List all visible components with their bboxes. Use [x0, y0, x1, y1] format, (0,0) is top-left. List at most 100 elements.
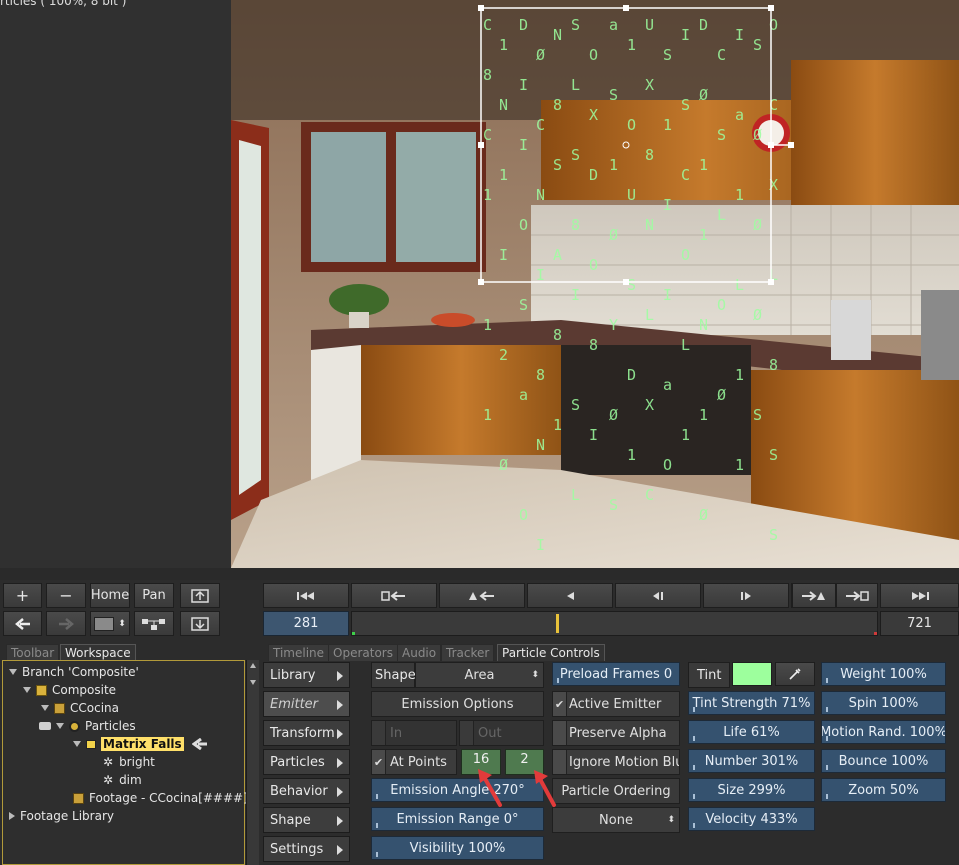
preload-frames-slider[interactable]: Preload Frames 0 [552, 662, 680, 686]
tint-strength-slider[interactable]: Tint Strength 71% [688, 691, 815, 715]
zoom-slider[interactable]: Zoom 50% [821, 778, 946, 802]
eyedropper-button[interactable] [775, 662, 815, 686]
step-back-button[interactable] [615, 583, 701, 608]
visibility-slider[interactable]: Visibility 100% [371, 836, 544, 860]
tree-footage-ccocina[interactable]: Footage - CCocina[####] [73, 790, 248, 806]
remove-button[interactable]: − [46, 583, 86, 608]
skip-to-start-icon [297, 591, 314, 600]
play-reverse-button[interactable] [527, 583, 613, 608]
go-to-end-button[interactable] [880, 583, 959, 608]
current-frame-field[interactable]: 281 [263, 611, 349, 636]
timeline-scrubber[interactable] [351, 611, 878, 636]
out-point-icon [846, 590, 869, 601]
tab-operators[interactable]: Operators [328, 644, 398, 661]
svg-text:S: S [663, 46, 672, 64]
back-button[interactable] [3, 611, 42, 636]
expand-triangle-icon[interactable] [56, 723, 64, 729]
weight-slider[interactable]: Weight 100% [821, 662, 946, 686]
tree-footage-library[interactable]: Footage Library [9, 808, 114, 824]
kitchen-render-image: C8C111 1N1I2Ø DIIOSaO ØCNI8NI N8SA81 SLS… [231, 0, 959, 568]
set-out-point-button[interactable] [836, 583, 878, 608]
visibility-toggle-icon[interactable] [39, 722, 51, 730]
expand-triangle-icon[interactable] [73, 741, 81, 747]
particle-ordering-dropdown[interactable]: None ⬍ [552, 807, 680, 833]
forward-button[interactable] [46, 611, 86, 636]
svg-text:N: N [536, 186, 545, 204]
tree-branch-composite[interactable]: Branch 'Composite' [9, 664, 139, 680]
svg-text:1: 1 [663, 116, 672, 134]
set-in-point-button[interactable] [351, 583, 437, 608]
step-forward-button[interactable] [703, 583, 789, 608]
number-slider[interactable]: Number 301% [688, 749, 815, 773]
pan-button[interactable]: Pan [134, 583, 174, 608]
collapsed-triangle-icon[interactable] [9, 812, 15, 820]
tab-tracker[interactable]: Tracker [441, 644, 495, 661]
in-toggle[interactable]: In [371, 720, 457, 746]
expand-triangle-icon[interactable] [9, 669, 17, 675]
velocity-slider[interactable]: Velocity 433% [688, 807, 815, 831]
menu-shape[interactable]: Shape [263, 807, 350, 833]
menu-transform[interactable]: Transform [263, 720, 350, 746]
tree-bright[interactable]: ✲ bright [103, 754, 155, 770]
end-frame-field[interactable]: 721 [880, 611, 959, 636]
menu-behavior[interactable]: Behavior [263, 778, 350, 804]
tree-ccocina[interactable]: CCocina [41, 700, 119, 716]
next-keyframe-button[interactable] [792, 583, 836, 608]
ignore-motion-blur-toggle[interactable]: Ignore Motion Blur [552, 749, 680, 775]
export-up-button[interactable] [180, 583, 220, 608]
svg-text:S: S [571, 16, 580, 34]
checkbox-checked[interactable]: ✔ [372, 750, 386, 774]
svg-text:S: S [519, 296, 528, 314]
out-toggle[interactable]: Out [459, 720, 544, 746]
checkbox-checked[interactable]: ✔ [553, 692, 567, 716]
checkbox[interactable] [460, 721, 474, 745]
tab-workspace[interactable]: Workspace [60, 644, 136, 661]
expand-triangle-icon[interactable] [41, 705, 49, 711]
checkbox[interactable] [372, 721, 386, 745]
tab-audio[interactable]: Audio [397, 644, 442, 661]
shape-dropdown[interactable]: Area ⬍ [415, 662, 544, 688]
motion-rand-slider[interactable]: Motion Rand. 100% [821, 720, 946, 744]
svg-text:S: S [571, 396, 580, 414]
scroll-up-icon[interactable] [250, 663, 256, 668]
color-swatch-dropdown[interactable]: ⬍ [90, 611, 130, 636]
life-slider[interactable]: Life 61% [688, 720, 815, 744]
tree-composite[interactable]: Composite [23, 682, 116, 698]
spin-slider[interactable]: Spin 100% [821, 691, 946, 715]
emission-range-slider[interactable]: Emission Range 0° [371, 807, 544, 831]
playhead[interactable] [555, 614, 559, 633]
svg-text:a: a [519, 386, 528, 404]
tree-dim[interactable]: ✲ dim [103, 772, 142, 788]
node-link-button[interactable] [134, 611, 174, 636]
home-button[interactable]: Home [90, 583, 130, 608]
tree-particles[interactable]: Particles [39, 718, 136, 734]
in-point-icon [381, 590, 405, 601]
tree-scrollbar[interactable] [246, 660, 259, 865]
preserve-alpha-toggle[interactable]: Preserve Alpha [552, 720, 680, 746]
go-to-start-button[interactable] [263, 583, 349, 608]
expand-triangle-icon[interactable] [23, 687, 31, 693]
gear-icon: ✲ [103, 773, 114, 787]
import-down-button[interactable] [180, 611, 220, 636]
svg-text:D: D [627, 366, 636, 384]
menu-settings[interactable]: Settings [263, 836, 350, 862]
tab-particle-controls[interactable]: Particle Controls [497, 644, 605, 661]
scroll-down-icon[interactable] [250, 680, 256, 685]
bounce-slider[interactable]: Bounce 100% [821, 749, 946, 773]
tree-matrix-falls[interactable]: Matrix Falls [73, 736, 208, 752]
svg-text:I: I [519, 76, 528, 94]
menu-particles[interactable]: Particles [263, 749, 350, 775]
active-emitter-toggle[interactable]: ✔ Active Emitter [552, 691, 680, 717]
at-points-toggle[interactable]: ✔ At Points [371, 749, 457, 775]
tab-toolbar[interactable]: Toolbar [6, 644, 60, 661]
tint-color-swatch[interactable] [732, 662, 772, 686]
menu-library[interactable]: Library [263, 662, 350, 688]
workspace-tree[interactable]: Branch 'Composite' Composite CCocina Par… [2, 660, 248, 865]
prev-keyframe-button[interactable] [439, 583, 525, 608]
viewer-canvas[interactable]: C8C111 1N1I2Ø DIIOSaO ØCNI8NI N8SA81 SLS… [231, 0, 959, 568]
menu-emitter[interactable]: Emitter [263, 691, 350, 717]
tab-timeline[interactable]: Timeline [268, 644, 330, 661]
size-slider[interactable]: Size 299% [688, 778, 815, 802]
add-button[interactable]: + [3, 583, 42, 608]
checkbox[interactable] [553, 721, 567, 745]
